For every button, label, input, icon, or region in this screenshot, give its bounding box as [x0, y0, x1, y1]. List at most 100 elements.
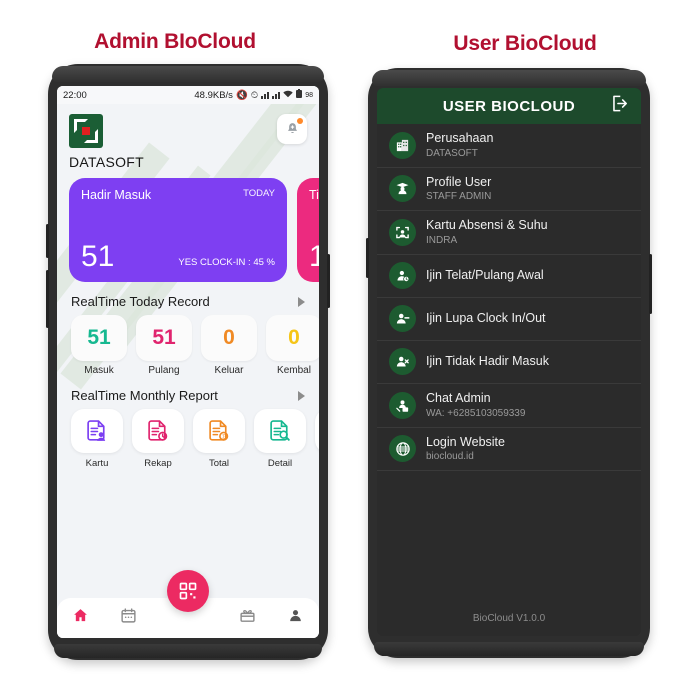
network-speed-text: 48.9KB/s	[194, 89, 233, 101]
datasoft-logo-icon	[69, 114, 103, 148]
svg-text:Σ: Σ	[222, 434, 225, 440]
user-minus-icon	[389, 305, 416, 333]
stat-value: 0	[266, 315, 319, 361]
user-phone-frame: USER BIOCLOUD Perusahaan DATASOFT Profil…	[366, 68, 652, 658]
globe-icon	[389, 435, 416, 463]
admin-panel-title: Admin BIoCloud	[94, 30, 256, 53]
logout-button[interactable]	[610, 94, 629, 118]
section-title: RealTime Today Record	[71, 294, 210, 309]
menu-item-title: Login Website	[426, 434, 505, 449]
card-tidak-hadir[interactable]: Tidak 11	[297, 178, 319, 282]
menu-item-title: Ijin Telat/Pulang Awal	[426, 268, 544, 283]
chat-admin-icon	[389, 391, 416, 419]
status-icons: 48.9KB/s 🔇 ⏲ 98	[194, 89, 313, 101]
status-bar: 22:00 48.9KB/s 🔇 ⏲ 98	[57, 86, 319, 104]
id-card-icon	[389, 219, 416, 247]
qr-scan-fab[interactable]	[167, 570, 209, 612]
phone-button-volume[interactable]	[46, 224, 49, 258]
menu-item-title: Ijin Tidak Hadir Masuk	[426, 354, 549, 369]
box-icon	[240, 609, 255, 622]
admin-app-bar: DATASOFT	[57, 104, 319, 170]
menu-item-subtitle: DATASOFT	[426, 147, 478, 159]
alarm-icon: ⏲	[250, 89, 259, 101]
qr-scan-icon	[179, 582, 197, 600]
report-label: Kartu	[85, 458, 109, 469]
phone-button-volume[interactable]	[366, 238, 369, 278]
stat-label: Kembal	[277, 365, 311, 376]
report-label: Rekap	[144, 458, 172, 469]
phone-button-side[interactable]	[327, 254, 330, 308]
user-panel: User BioCloud USER BIOCLOUD Perusahaan D…	[350, 0, 700, 700]
document-search-icon	[269, 419, 290, 441]
monthly-report-header[interactable]: RealTime Monthly Report	[57, 376, 319, 409]
report-item-kartu[interactable]: Kartu	[71, 409, 123, 469]
phone-button-power[interactable]	[649, 254, 652, 314]
brand-name: DATASOFT	[69, 154, 144, 170]
card-title: Tidak	[309, 188, 319, 202]
monthly-report-items: Kartu Rekap Σ Total Detail	[57, 409, 319, 469]
person-icon	[289, 610, 301, 622]
nav-home[interactable]	[72, 607, 89, 629]
card-subtitle: YES CLOCK-IN : 45 %	[178, 257, 275, 268]
report-label: Expo	[315, 458, 319, 469]
menu-item-kartu-absensi[interactable]: Kartu Absensi & Suhu INDRA	[377, 211, 641, 255]
menu-item-chat-admin[interactable]: Chat Admin WA: +6285103059339	[377, 384, 641, 428]
phone-button-power[interactable]	[46, 270, 49, 328]
today-record-header[interactable]: RealTime Today Record	[57, 282, 319, 315]
report-item-total[interactable]: Σ Total	[193, 409, 245, 469]
graduate-user-icon	[389, 175, 416, 203]
user-clock-icon	[389, 262, 416, 290]
stat-value: 51	[71, 315, 127, 361]
menu-item-ijin-tidak-hadir[interactable]: Ijin Tidak Hadir Masuk	[377, 341, 641, 384]
stat-label: Masuk	[84, 365, 114, 376]
logout-icon	[613, 95, 628, 112]
user-header-title: USER BIOCLOUD	[442, 97, 576, 115]
menu-item-login-website[interactable]: Login Website biocloud.id	[377, 428, 641, 472]
nav-calendar[interactable]	[120, 607, 137, 629]
menu-item-ijin-lupa-clock[interactable]: Ijin Lupa Clock In/Out	[377, 298, 641, 341]
screenshot-root: Admin BIoCloud 22:00 48.9KB/s 🔇 ⏲ 98 DAT…	[0, 0, 700, 700]
nav-profile[interactable]	[287, 607, 304, 629]
section-title: RealTime Monthly Report	[71, 388, 218, 403]
menu-item-title: Perusahaan	[426, 131, 494, 145]
menu-item-title: Kartu Absensi & Suhu	[426, 218, 548, 233]
report-item-export[interactable]: Expo	[315, 409, 319, 469]
report-item-rekap[interactable]: Rekap	[132, 409, 184, 469]
chevron-right-icon[interactable]	[298, 296, 305, 307]
building-icon	[389, 131, 416, 159]
nav-box[interactable]	[239, 607, 256, 629]
card-hadir-masuk[interactable]: Hadir Masuk TODAY 51 YES CLOCK-IN : 45 %	[69, 178, 287, 282]
stat-label: Pulang	[148, 365, 180, 376]
stat-tile[interactable]: 51 Pulang	[136, 315, 192, 376]
report-item-detail[interactable]: Detail	[254, 409, 306, 469]
stat-value: 0	[201, 315, 257, 361]
stat-label: Keluar	[214, 365, 244, 376]
user-panel-title: User BioCloud	[453, 32, 597, 55]
report-label: Detail	[267, 458, 293, 469]
menu-item-perusahaan[interactable]: Perusahaan DATASOFT	[377, 124, 641, 168]
battery-icon	[296, 89, 303, 101]
signal-icon	[261, 91, 270, 99]
card-value: 11	[309, 240, 319, 273]
report-label: Total	[208, 458, 230, 469]
stat-tile[interactable]: 0 Keluar	[201, 315, 257, 376]
menu-item-ijin-telat[interactable]: Ijin Telat/Pulang Awal	[377, 255, 641, 298]
mute-icon: 🔇	[235, 89, 248, 101]
card-title: Hadir Masuk	[81, 188, 152, 202]
bell-icon	[287, 122, 297, 133]
document-user-icon	[86, 419, 105, 441]
chevron-right-icon[interactable]	[298, 390, 305, 401]
stat-tile[interactable]: 0 Kembal	[266, 315, 319, 376]
admin-panel: Admin BIoCloud 22:00 48.9KB/s 🔇 ⏲ 98 DAT…	[0, 0, 350, 700]
summary-cards: Hadir Masuk TODAY 51 YES CLOCK-IN : 45 %…	[57, 170, 319, 282]
battery-level: 98	[305, 91, 313, 99]
card-tag: TODAY	[243, 188, 275, 199]
menu-item-profile-user[interactable]: Profile User STAFF ADMIN	[377, 168, 641, 212]
menu-item-subtitle: biocloud.id	[426, 451, 474, 463]
stat-tile[interactable]: 51 Masuk	[71, 315, 127, 376]
notification-badge	[297, 118, 303, 124]
status-time: 22:00	[63, 89, 87, 101]
document-sum-icon: Σ	[208, 419, 228, 441]
notification-button[interactable]	[277, 114, 307, 144]
menu-item-title: Profile User	[426, 174, 492, 189]
